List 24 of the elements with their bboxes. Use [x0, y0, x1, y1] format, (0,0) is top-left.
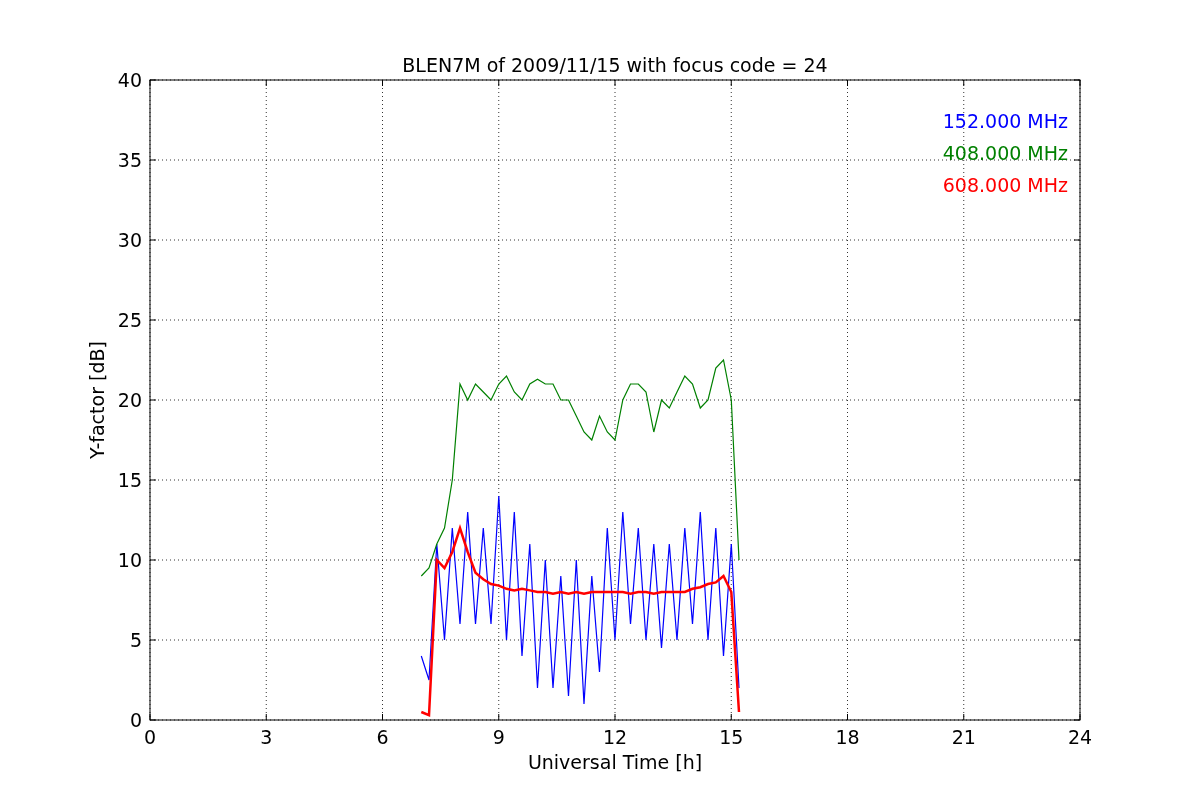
legend-label: 152.000 MHz — [942, 110, 1068, 132]
tick-label: 20 — [117, 389, 142, 411]
tick-label: 0 — [129, 709, 142, 731]
x-axis-label: Universal Time [h] — [527, 751, 703, 773]
tick-label: 0 — [143, 726, 157, 748]
tick-label: 35 — [117, 149, 142, 171]
tick-label: 9 — [492, 726, 505, 748]
tick-label: 5 — [129, 629, 142, 651]
legend-label: 608.000 MHz — [942, 174, 1068, 196]
tick-label: 40 — [117, 69, 142, 91]
tick-label: 21 — [951, 726, 976, 748]
tick-label: 18 — [835, 726, 860, 748]
tick-label: 15 — [117, 469, 142, 491]
y-axis-label: Y-factor [dB] — [86, 341, 108, 459]
tick-label: 12 — [602, 726, 628, 748]
tick-label: 15 — [719, 726, 744, 748]
tick-label: 3 — [260, 726, 273, 748]
tick-label: 10 — [117, 549, 142, 571]
tick-label: 6 — [376, 726, 389, 748]
tick-label: 25 — [117, 309, 142, 331]
chart-title: BLEN7M of 2009/11/15 with focus code = 24 — [402, 54, 828, 76]
legend-label: 408.000 MHz — [942, 142, 1068, 164]
tick-label: 24 — [1067, 726, 1093, 748]
tick-label: 30 — [117, 229, 142, 251]
